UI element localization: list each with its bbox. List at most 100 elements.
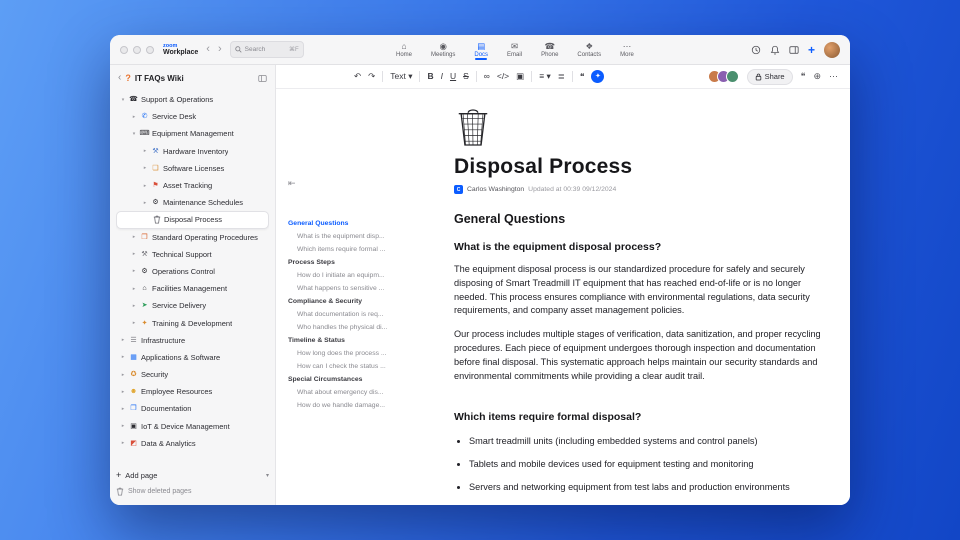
chevron-right-icon[interactable]: ▸	[131, 320, 137, 326]
nav-more[interactable]: ⋯ More	[617, 40, 637, 60]
toc-section-general-questions[interactable]: General Questions	[288, 217, 434, 230]
toc-section-process-steps[interactable]: Process Steps	[288, 256, 434, 269]
list-button[interactable]: ≡ ▾	[539, 72, 551, 81]
chevron-right-icon[interactable]: ▸	[120, 423, 126, 429]
toc-item[interactable]: How long does the process ...	[288, 347, 434, 360]
toc-item[interactable]: How do we handle damage...	[288, 399, 434, 412]
sidebar-item-technical-support[interactable]: ▸ ⚒ Technical Support	[116, 246, 269, 263]
expand-button[interactable]	[146, 45, 154, 54]
sidebar-item-service-desk[interactable]: ▸ ✆ Service Desk	[116, 108, 269, 125]
minimize-button[interactable]	[133, 45, 141, 54]
toc-item[interactable]: Who handles the physical di...	[288, 321, 434, 334]
chevron-right-icon[interactable]: ▸	[120, 389, 126, 395]
chevron-right-icon[interactable]: ▸	[120, 354, 126, 360]
panel-toggle-icon[interactable]	[789, 45, 799, 55]
toc-section-special-circumstances[interactable]: Special Circumstances	[288, 373, 434, 386]
text-style-button[interactable]: Text ▾	[390, 72, 412, 81]
chevron-right-icon[interactable]: ▸	[131, 303, 137, 309]
toc-section-timeline-status[interactable]: Timeline & Status	[288, 334, 434, 347]
chevron-right-icon[interactable]: ▸	[131, 286, 137, 292]
sidebar-back-chevron-icon[interactable]: ‹	[118, 73, 121, 83]
publish-globe-icon[interactable]: ⊕	[813, 72, 821, 81]
toc-item[interactable]: What documentation is req...	[288, 308, 434, 321]
share-button[interactable]: Share	[746, 68, 793, 85]
chevron-down-icon[interactable]: ▾	[266, 472, 269, 479]
sidebar-item-asset-tracking[interactable]: ▸ ⚑ Asset Tracking	[116, 177, 269, 194]
doc-body[interactable]: Disposal Process C Carlos Washington Upd…	[454, 89, 836, 505]
toc-item[interactable]: What about emergency dis...	[288, 386, 434, 399]
sidebar-item-disposal-process[interactable]: Disposal Process	[116, 211, 269, 229]
toc-item[interactable]: Which items require formal ...	[288, 243, 434, 256]
sidebar-item-applications-software[interactable]: ▸ ▦ Applications & Software	[116, 349, 269, 366]
sidebar-item-support-operations[interactable]: ▾ ☎ Support & Operations	[116, 91, 269, 108]
sidebar-item-hardware-inventory[interactable]: ▸ ⚒ Hardware Inventory	[116, 143, 269, 160]
sidebar-item-infrastructure[interactable]: ▸ ☰ Infrastructure	[116, 332, 269, 349]
search-input[interactable]: Search ⌘F	[229, 41, 304, 58]
nav-email[interactable]: ✉ Email	[504, 40, 525, 60]
chevron-right-icon[interactable]: ▸	[131, 114, 137, 120]
schedule-icon[interactable]	[751, 45, 761, 55]
undo-button[interactable]: ↶	[354, 72, 361, 81]
nav-home[interactable]: ⌂ Home	[393, 40, 415, 60]
italic-button[interactable]: I	[441, 72, 443, 81]
show-deleted-pages-button[interactable]: Show deleted pages	[116, 483, 269, 499]
strikethrough-button[interactable]: S	[463, 72, 469, 81]
chevron-right-icon[interactable]: ▸	[120, 337, 126, 343]
chevron-right-icon[interactable]: ▸	[131, 251, 137, 257]
add-page-button[interactable]: + Add page ▾	[116, 467, 269, 483]
toc-item[interactable]: What is the equipment disp...	[288, 230, 434, 243]
toc-item[interactable]: How can I check the status ...	[288, 360, 434, 373]
close-button[interactable]	[120, 45, 128, 54]
sidebar-item-software-licenses[interactable]: ▸ ❏ Software Licenses	[116, 160, 269, 177]
chevron-down-icon[interactable]: ▾	[120, 97, 126, 103]
sidebar-item-employee-resources[interactable]: ▸ ☻ Employee Resources	[116, 383, 269, 400]
sidebar-item-operations-control[interactable]: ▸ ⚙ Operations Control	[116, 263, 269, 280]
new-plus-button[interactable]: +	[808, 44, 815, 56]
sidebar-item-training-development[interactable]: ▸ ✦ Training & Development	[116, 314, 269, 331]
chevron-right-icon[interactable]: ▸	[120, 406, 126, 412]
sidebar-item-standard-operating-procedures[interactable]: ▸ ❒ Standard Operating Procedures	[116, 229, 269, 246]
sidebar-item-documentation[interactable]: ▸ ❐ Documentation	[116, 400, 269, 417]
code-button[interactable]: </>	[497, 72, 509, 81]
link-button[interactable]: ∞	[484, 72, 490, 81]
back-button[interactable]: ‹	[206, 44, 210, 55]
forward-button[interactable]: ›	[218, 44, 222, 55]
chevron-right-icon[interactable]: ▸	[131, 268, 137, 274]
chevron-right-icon[interactable]: ▸	[142, 200, 148, 206]
toc-section-compliance-security[interactable]: Compliance & Security	[288, 295, 434, 308]
nav-phone[interactable]: ☎ Phone	[538, 40, 561, 60]
sidebar-item-iot-device-management[interactable]: ▸ ▣ IoT & Device Management	[116, 418, 269, 435]
user-avatar[interactable]	[824, 41, 840, 58]
sidebar-item-maintenance-schedules[interactable]: ▸ ⚙ Maintenance Schedules	[116, 194, 269, 211]
bold-button[interactable]: B	[427, 72, 433, 81]
sidebar-collapse-icon[interactable]	[258, 74, 267, 83]
chevron-right-icon[interactable]: ▸	[120, 440, 126, 446]
sidebar-item-data-analytics[interactable]: ▸ ◩ Data & Analytics	[116, 435, 269, 452]
nav-docs[interactable]: ▤ Docs	[471, 40, 491, 60]
sidebar-item-facilities-management[interactable]: ▸ ⌂ Facilities Management	[116, 280, 269, 297]
chevron-right-icon[interactable]: ▸	[142, 165, 148, 171]
chevron-right-icon[interactable]: ▸	[142, 183, 148, 189]
toc-item[interactable]: How do I initiate an equipm...	[288, 269, 434, 282]
redo-button[interactable]: ↷	[368, 72, 375, 81]
notifications-bell-icon[interactable]	[770, 45, 780, 55]
collaborator-avatar[interactable]	[725, 70, 739, 83]
toc-item[interactable]: What happens to sensitive ...	[288, 282, 434, 295]
comments-panel-icon[interactable]: ❝	[801, 72, 806, 81]
sidebar-item-equipment-management[interactable]: ▾ ⌨ Equipment Management	[116, 125, 269, 142]
chevron-right-icon[interactable]: ▸	[131, 234, 137, 240]
underline-button[interactable]: U	[450, 72, 456, 81]
comment-button[interactable]: ❝	[580, 72, 585, 81]
toc-collapse-icon[interactable]: ⇤	[288, 178, 296, 188]
align-button[interactable]: ≣	[558, 72, 565, 81]
sidebar-item-security[interactable]: ▸ ✪ Security	[116, 366, 269, 383]
chevron-right-icon[interactable]: ▸	[120, 372, 126, 378]
sidebar-item-service-delivery[interactable]: ▸ ➤ Service Delivery	[116, 297, 269, 314]
chevron-down-icon[interactable]: ▾	[131, 131, 137, 137]
nav-contacts[interactable]: ❖ Contacts	[574, 40, 604, 60]
more-options-icon[interactable]: ⋯	[829, 72, 838, 81]
image-button[interactable]: ▣	[516, 72, 524, 81]
nav-meetings[interactable]: ◉ Meetings	[428, 40, 458, 60]
chevron-right-icon[interactable]: ▸	[142, 148, 148, 154]
ai-companion-button[interactable]: ✦	[591, 70, 605, 83]
